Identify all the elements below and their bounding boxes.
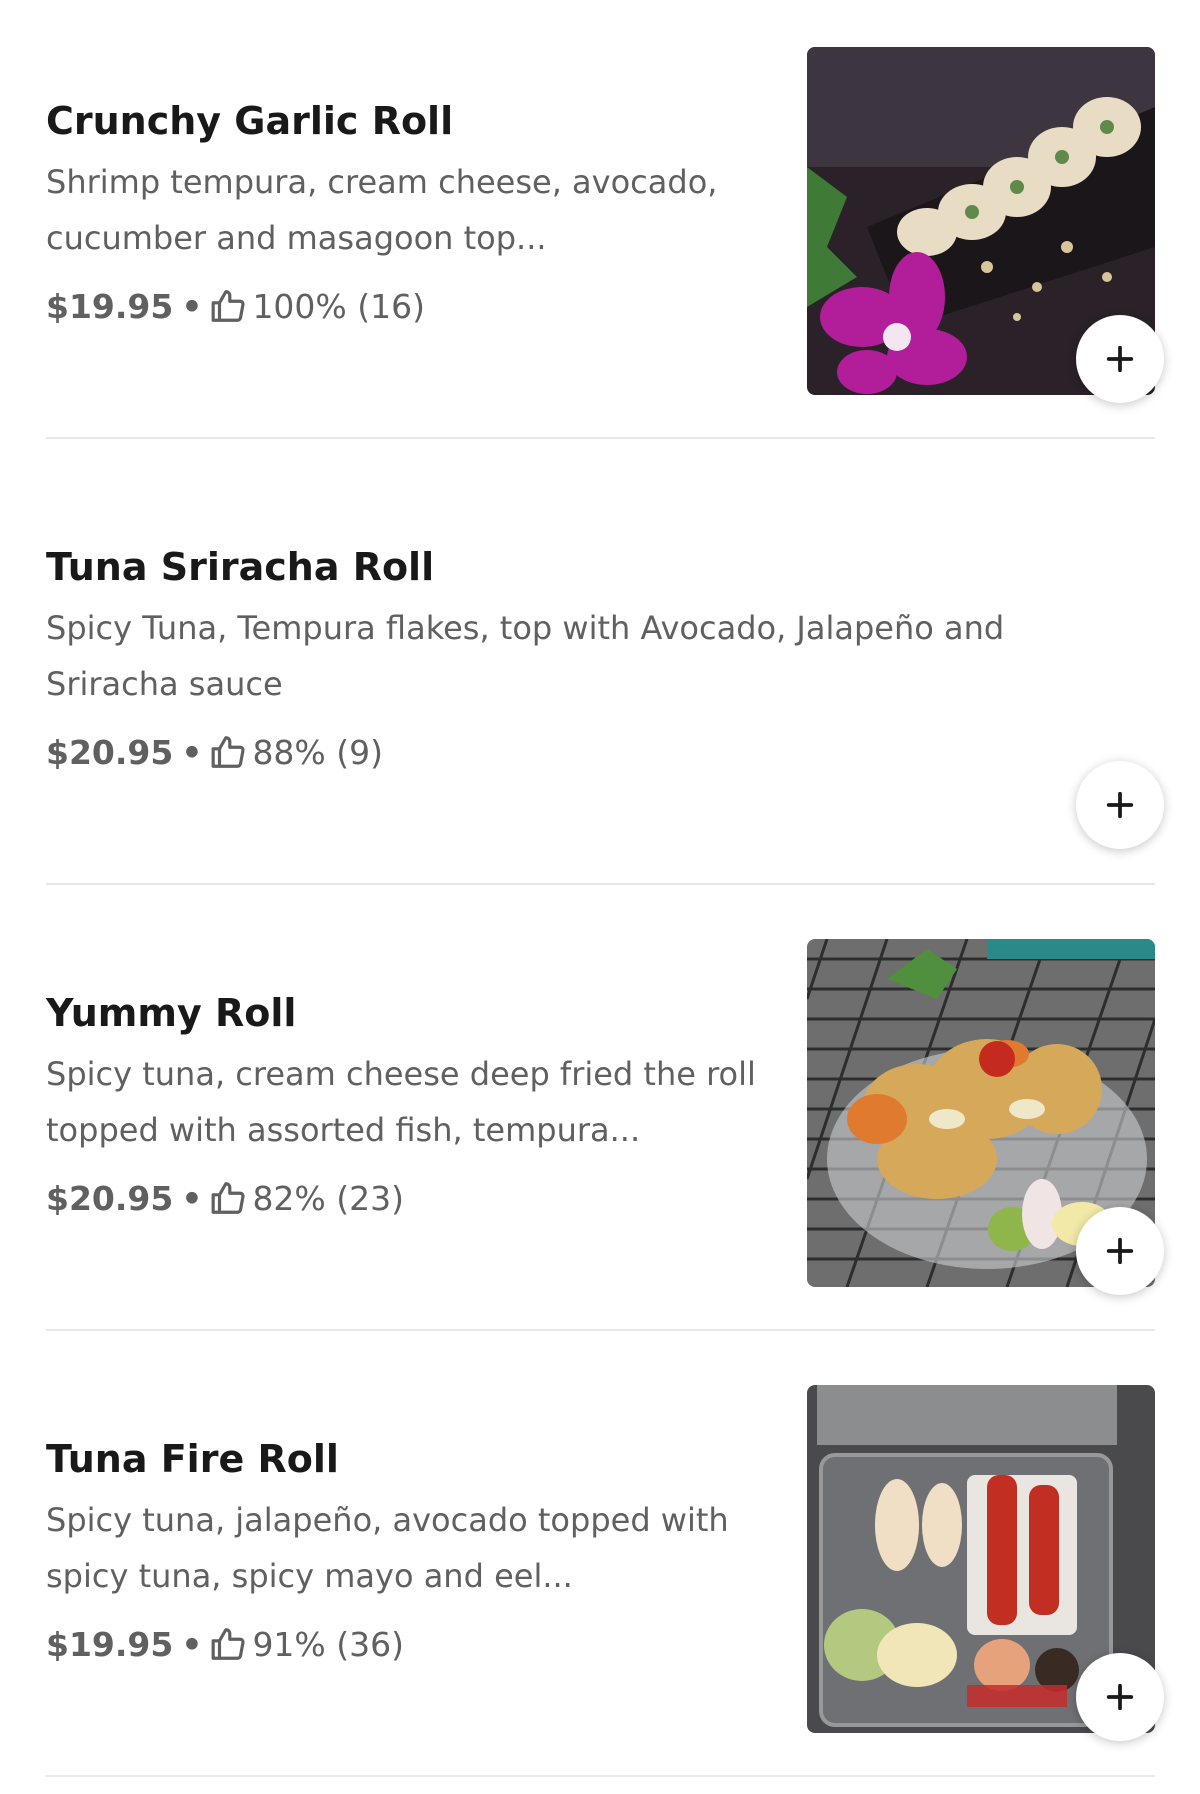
item-description: Shrimp tempura, cream cheese, avocado, c…: [46, 163, 718, 257]
item-meta: $19.95 • 91% (36): [46, 1616, 404, 1672]
meta-separator: •: [181, 732, 203, 772]
plus-icon: [1106, 1237, 1134, 1265]
meta-separator: •: [181, 1178, 203, 1218]
item-description: Spicy tuna, cream cheese deep fried the …: [46, 1055, 756, 1149]
thumbs-up-icon: [210, 287, 248, 325]
item-price: $19.95: [46, 286, 174, 326]
item-price: $20.95: [46, 1178, 174, 1218]
item-rating: 91% (36): [252, 1624, 405, 1664]
item-name: Crunchy Garlic Roll: [46, 99, 454, 143]
thumbs-up-icon: [210, 1625, 248, 1663]
menu-item-tuna-sriracha-roll[interactable]: Tuna Sriracha Roll Spicy Tuna, Tempura f…: [0, 446, 1200, 892]
menu-item-list: Crunchy Garlic Roll Shrimp tempura, crea…: [0, 0, 1200, 1794]
item-meta: $19.95 • 100% (16): [46, 278, 425, 334]
item-meta: $20.95 • 82% (23): [46, 1170, 404, 1226]
item-divider: [46, 883, 1155, 885]
add-to-cart-button[interactable]: [1076, 315, 1164, 403]
item-rating: 100% (16): [252, 286, 426, 326]
meta-separator: •: [181, 1624, 203, 1664]
plus-icon: [1106, 345, 1134, 373]
menu-item-tuna-fire-roll[interactable]: Tuna Fire Roll Spicy tuna, jalapeño, avo…: [0, 1338, 1200, 1784]
thumbs-up-icon: [210, 1179, 248, 1217]
item-price: $20.95: [46, 732, 174, 772]
item-name: Tuna Fire Roll: [46, 1437, 339, 1481]
menu-item-crunchy-garlic-roll[interactable]: Crunchy Garlic Roll Shrimp tempura, crea…: [0, 0, 1200, 446]
plus-icon: [1106, 791, 1134, 819]
item-name: Tuna Sriracha Roll: [46, 545, 435, 589]
menu-item-yummy-roll[interactable]: Yummy Roll Spicy tuna, cream cheese deep…: [0, 892, 1200, 1338]
thumbs-up-icon: [210, 733, 248, 771]
item-divider: [46, 1775, 1155, 1777]
item-divider: [46, 1329, 1155, 1331]
item-name: Yummy Roll: [46, 991, 297, 1035]
add-to-cart-button[interactable]: [1076, 761, 1164, 849]
item-rating: 82% (23): [252, 1178, 405, 1218]
item-meta: $20.95 • 88% (9): [46, 724, 383, 780]
item-divider: [46, 437, 1155, 439]
plus-icon: [1106, 1683, 1134, 1711]
item-price: $19.95: [46, 1624, 174, 1664]
item-description: Spicy tuna, jalapeño, avocado topped wit…: [46, 1501, 729, 1595]
item-rating: 88% (9): [252, 732, 384, 772]
meta-separator: •: [181, 286, 203, 326]
add-to-cart-button[interactable]: [1076, 1653, 1164, 1741]
add-to-cart-button[interactable]: [1076, 1207, 1164, 1295]
item-description: Spicy Tuna, Tempura flakes, top with Avo…: [46, 609, 1005, 703]
